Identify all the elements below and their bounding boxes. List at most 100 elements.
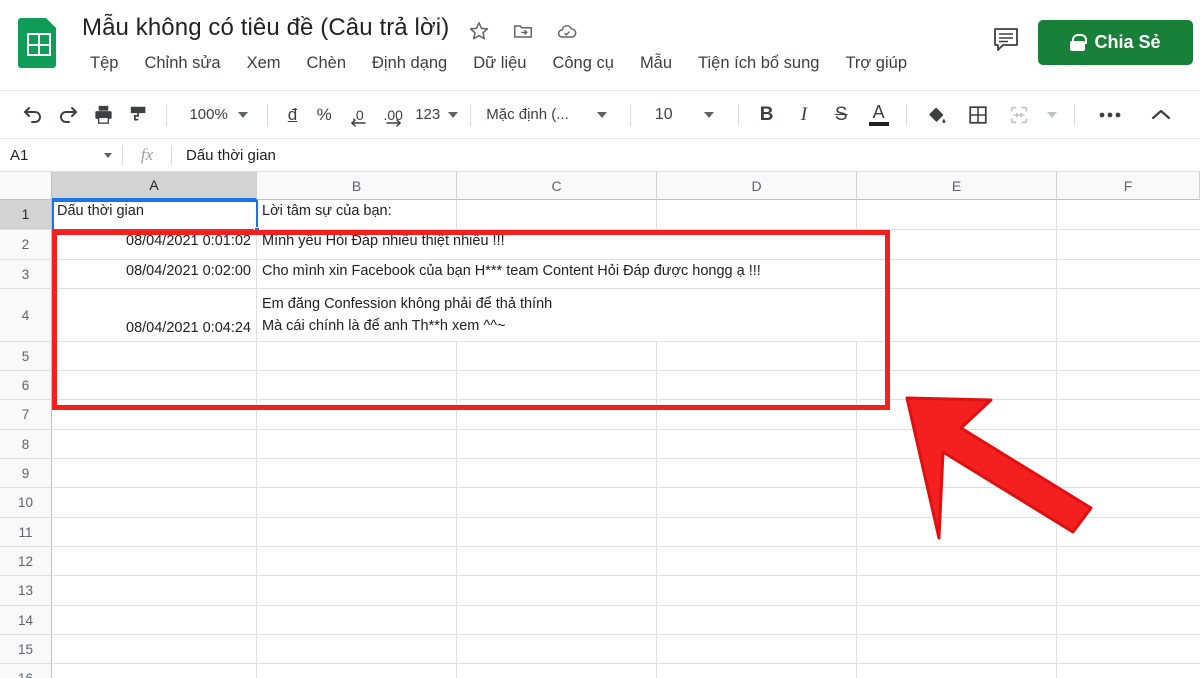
font-name-selector[interactable]: Mặc định (... — [486, 106, 569, 123]
row-background — [52, 488, 1200, 518]
row-background — [52, 664, 1200, 678]
menu-item-data[interactable]: Dữ liệu — [471, 52, 528, 75]
percent-format-button[interactable]: % — [317, 105, 332, 125]
column-header-a[interactable]: A — [52, 172, 257, 200]
row-background — [52, 430, 1200, 459]
merge-cells-icon — [998, 99, 1039, 131]
text-color-button[interactable]: A — [873, 103, 885, 121]
title-icon-group — [468, 20, 578, 42]
row-background — [52, 576, 1200, 606]
redo-icon[interactable] — [50, 99, 85, 131]
cell-B1[interactable]: Lời tâm sự của bạn: — [257, 200, 457, 230]
menu-item-edit[interactable]: Chỉnh sửa — [142, 52, 222, 75]
strikethrough-button[interactable]: S — [835, 104, 848, 126]
google-sheets-window: Mẫu không có tiêu đề (Câu trả lời) — [0, 0, 1200, 678]
cell-A2[interactable]: 08/04/2021 0:01:02 — [52, 230, 257, 260]
more-options-icon[interactable] — [1084, 99, 1134, 131]
cell-B4[interactable]: Em đăng Confession không phải để thả thí… — [257, 289, 897, 342]
zoom-dropdown-caret-icon[interactable] — [228, 99, 258, 131]
number-format-caret-icon[interactable] — [445, 99, 462, 131]
italic-button[interactable]: I — [801, 104, 807, 126]
name-box[interactable]: A1 — [0, 138, 122, 172]
row-background — [52, 400, 1200, 430]
borders-icon[interactable] — [957, 99, 998, 131]
menu-item-file[interactable]: Tệp — [88, 52, 120, 75]
undo-icon[interactable] — [15, 99, 50, 131]
row-header-14[interactable]: 14 — [0, 606, 52, 635]
star-icon[interactable] — [468, 20, 490, 42]
menu-item-format[interactable]: Định dạng — [370, 52, 449, 75]
paint-format-icon[interactable] — [121, 99, 156, 131]
font-name-caret-icon[interactable] — [583, 99, 620, 131]
fx-icon: fx — [123, 145, 171, 165]
row-header-6[interactable]: 6 — [0, 371, 52, 400]
cell-A4[interactable]: 08/04/2021 0:04:24 — [52, 289, 257, 342]
row-background — [52, 371, 1200, 400]
column-header-b[interactable]: B — [257, 172, 457, 200]
row-header-5[interactable]: 5 — [0, 342, 52, 371]
cell-B3[interactable]: Cho mình xin Facebook của bạn H*** team … — [257, 260, 897, 289]
menu-item-view[interactable]: Xem — [245, 52, 283, 75]
font-size-selector[interactable]: 10 — [655, 106, 673, 124]
row-background — [52, 635, 1200, 664]
row-background — [52, 459, 1200, 488]
share-button[interactable]: Chia Sẻ — [1038, 20, 1193, 65]
fill-color-icon[interactable] — [916, 99, 957, 131]
collapse-chevron-icon[interactable] — [1135, 99, 1187, 131]
cell-A1[interactable]: Dấu thời gian — [52, 200, 257, 230]
cell-B2[interactable]: Mình yêu Hỏi Đáp nhiều thiệt nhiều !!! — [257, 230, 897, 260]
row-header-11[interactable]: 11 — [0, 518, 52, 547]
menu-item-addons[interactable]: Tiện ích bổ sung — [696, 52, 821, 75]
row-header-16[interactable]: 16 — [0, 664, 52, 678]
row-header-15[interactable]: 15 — [0, 635, 52, 664]
share-button-label: Chia Sẻ — [1094, 32, 1160, 53]
bold-button[interactable]: B — [760, 104, 774, 126]
row-header-7[interactable]: 7 — [0, 400, 52, 430]
select-all-corner[interactable] — [0, 172, 52, 200]
row-header-12[interactable]: 12 — [0, 547, 52, 576]
menu-item-tools[interactable]: Công cụ — [550, 52, 615, 75]
name-box-value: A1 — [10, 147, 28, 164]
formula-input[interactable]: Dấu thời gian — [172, 147, 276, 164]
name-box-caret-icon[interactable] — [104, 153, 112, 158]
currency-format-button[interactable]: đ — [288, 105, 297, 125]
sheets-logo-icon — [18, 18, 56, 68]
spreadsheet-grid[interactable]: A B C D E F 1 2 3 4 5 6 7 8 9 10 11 12 1… — [0, 172, 1200, 678]
column-header-e[interactable]: E — [857, 172, 1057, 200]
menu-item-insert[interactable]: Chèn — [305, 52, 348, 75]
lock-icon — [1070, 34, 1085, 51]
menu-item-help[interactable]: Trợ giúp — [843, 52, 909, 75]
gridline — [1056, 200, 1057, 678]
toolbar: 100% đ % .0 .00 123 Mặc định (... 10 — [0, 90, 1200, 138]
cell-A3[interactable]: 08/04/2021 0:02:00 — [52, 260, 257, 289]
row-header-13[interactable]: 13 — [0, 576, 52, 606]
row-header-10[interactable]: 10 — [0, 488, 52, 518]
column-header-d[interactable]: D — [657, 172, 857, 200]
column-header-f[interactable]: F — [1057, 172, 1200, 200]
text-color-swatch — [869, 122, 889, 126]
row-header-4[interactable]: 4 — [0, 289, 52, 342]
row-background — [52, 342, 1200, 371]
row-header-1[interactable]: 1 — [0, 200, 52, 230]
page-title[interactable]: Mẫu không có tiêu đề (Câu trả lời) — [82, 14, 449, 42]
row-header-8[interactable]: 8 — [0, 430, 52, 459]
row-background — [52, 547, 1200, 576]
merge-cells-caret-icon[interactable] — [1039, 99, 1065, 131]
menu-bar: Tệp Chỉnh sửa Xem Chèn Định dạng Dữ liệu… — [88, 52, 909, 75]
print-icon[interactable] — [86, 99, 121, 131]
row-header-2[interactable]: 2 — [0, 230, 52, 260]
row-background — [52, 518, 1200, 547]
zoom-level[interactable]: 100% — [189, 106, 227, 123]
number-format-button[interactable]: 123 — [415, 106, 440, 123]
move-folder-icon[interactable] — [512, 20, 534, 42]
row-background — [52, 606, 1200, 635]
font-size-caret-icon[interactable] — [688, 99, 729, 131]
row-header-9[interactable]: 9 — [0, 459, 52, 488]
cloud-saved-icon[interactable] — [556, 20, 578, 42]
title-bar: Mẫu không có tiêu đề (Câu trả lời) — [0, 0, 1200, 88]
row-header-3[interactable]: 3 — [0, 260, 52, 289]
comment-icon[interactable] — [992, 26, 1022, 54]
menu-item-form[interactable]: Mẫu — [638, 52, 674, 75]
fill-handle[interactable] — [254, 227, 260, 233]
column-header-c[interactable]: C — [457, 172, 657, 200]
